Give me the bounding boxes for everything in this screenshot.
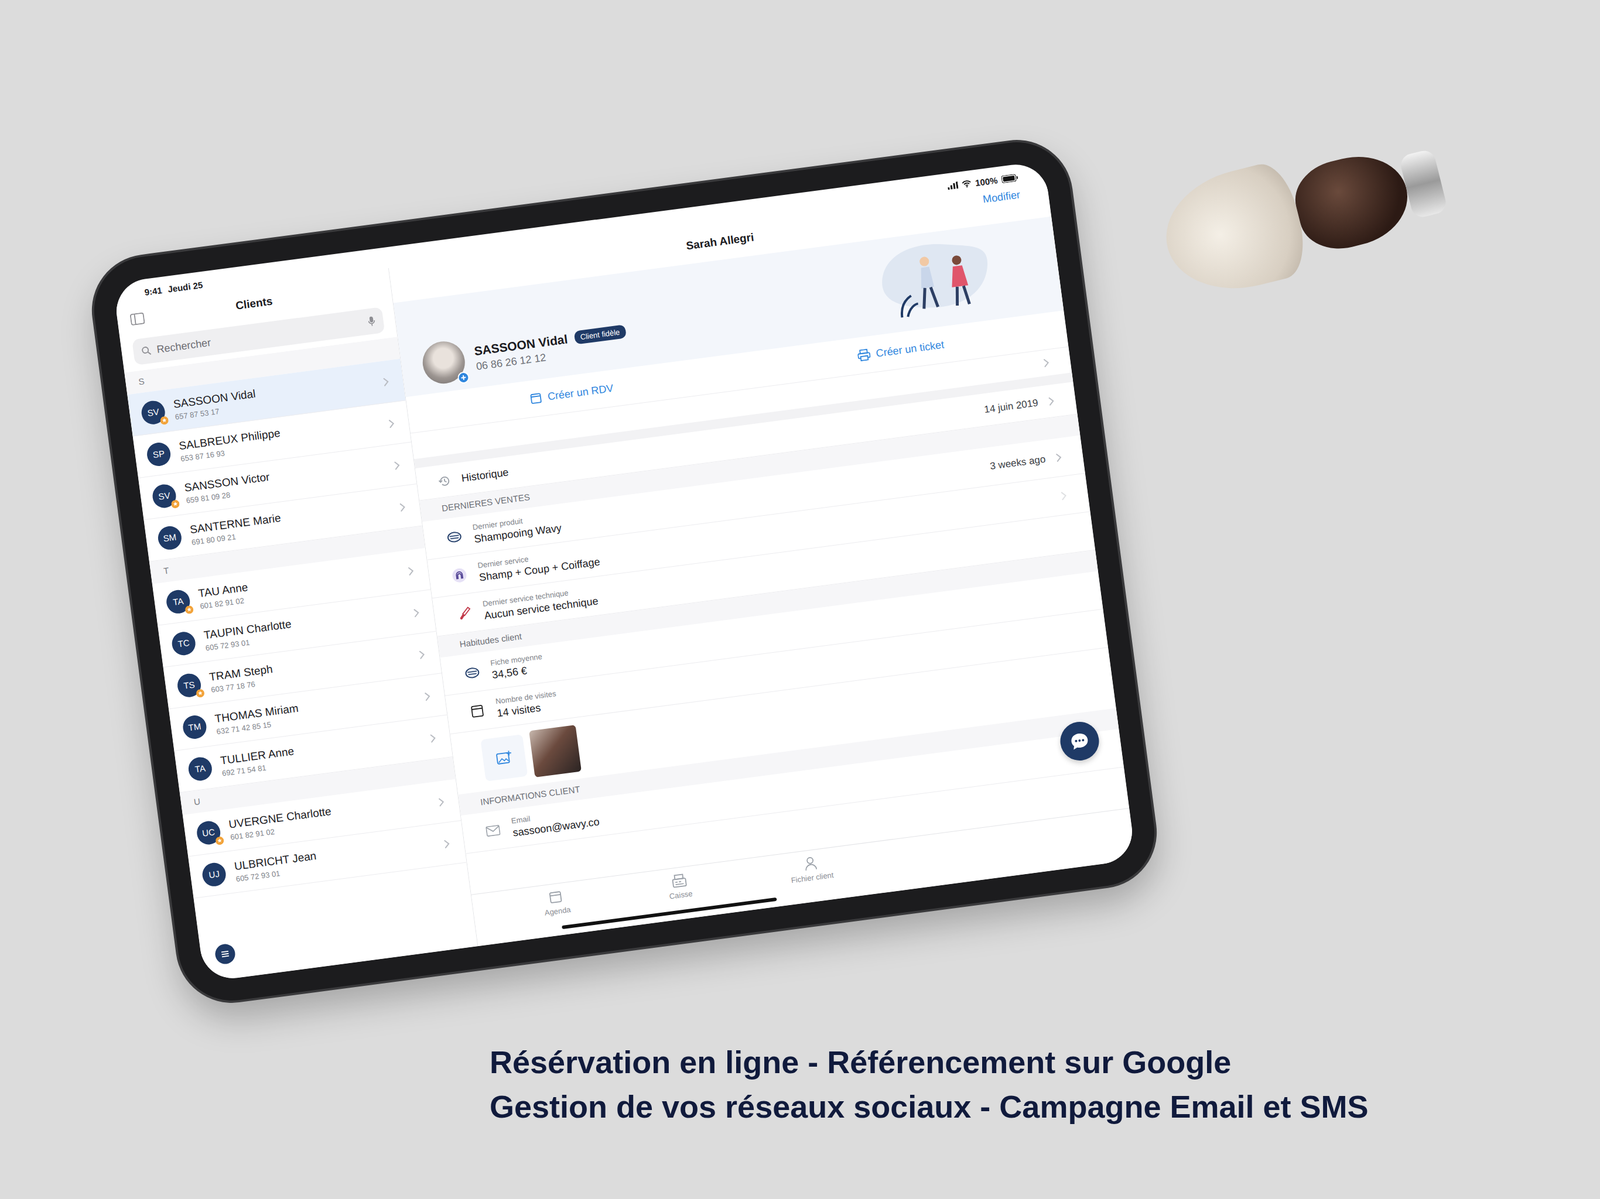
client-avatar: TM (181, 713, 208, 741)
product-icon (444, 528, 464, 546)
shaving-brush-photo (1151, 111, 1479, 310)
cash-register-icon (670, 873, 688, 890)
caption: Résérvation en ligne - Référencement sur… (0, 1019, 1600, 1130)
sale-meta: 3 weeks ago (989, 453, 1046, 473)
client-name: ULBRICHT Jean (233, 833, 436, 874)
search-icon (141, 345, 152, 357)
chevron-icon (1055, 452, 1063, 463)
signal-icon (946, 181, 959, 190)
client-avatar: SV (151, 482, 178, 509)
chevron-icon (412, 607, 420, 618)
chevron-icon (1043, 357, 1051, 368)
status-time: 9:41 (144, 285, 163, 298)
wifi-icon (961, 179, 972, 188)
caption-line: Résérvation en ligne - Référencement sur… (489, 1040, 1600, 1086)
calendar-icon (529, 391, 543, 405)
chevron-icon (398, 501, 406, 512)
client-avatar: TC (170, 630, 197, 657)
chevron-icon (382, 376, 390, 387)
chevron-icon (407, 565, 415, 576)
sidebar-toggle-icon[interactable] (129, 312, 145, 326)
technical-icon (454, 604, 474, 623)
star-icon (184, 604, 194, 615)
chevron-icon (1060, 490, 1068, 501)
add-image-icon (494, 750, 514, 767)
client-avatar: SV (139, 399, 167, 426)
star-icon (214, 836, 225, 846)
client-avatar: UC (195, 819, 222, 847)
client-avatar: UJ (200, 861, 228, 888)
history-icon (437, 473, 453, 489)
agenda-icon (548, 889, 564, 906)
loyalty-badge: Client fidèle (573, 324, 627, 345)
chevron-icon (429, 733, 437, 744)
action-button[interactable]: Créer un RDV (529, 381, 615, 405)
action-button[interactable]: Créer un ticket (856, 338, 946, 362)
client-avatar: TS (176, 672, 203, 699)
visits-icon (467, 702, 488, 720)
person-icon (802, 855, 818, 872)
tablet: 9:41 Jeudi 25 100% Clients Rechercher S … (87, 135, 1162, 1008)
service-icon (449, 566, 470, 584)
star-icon (159, 415, 170, 426)
client-name: TAUPIN Charlotte (203, 602, 405, 642)
printer-icon (856, 348, 871, 362)
tab-item[interactable]: Caisse (666, 872, 693, 902)
client-avatar: SM (156, 524, 183, 552)
menu-button[interactable] (213, 942, 237, 966)
chat-icon (1068, 730, 1092, 752)
caption-line: Gestion de vos réseaux sociaux - Campagn… (489, 1085, 1600, 1130)
client-name: TULLIER Anne (219, 727, 422, 768)
client-avatar: TA (165, 588, 192, 615)
client-name: TRAM Steph (208, 644, 410, 685)
chevron-icon (418, 649, 426, 660)
client-avatar: TA (186, 755, 214, 782)
star-icon (171, 499, 181, 509)
chevron-icon (443, 838, 451, 849)
screen: 9:41 Jeudi 25 100% Clients Rechercher S … (112, 160, 1136, 983)
people-illustration-icon (866, 229, 999, 327)
microphone-icon[interactable] (367, 315, 376, 327)
client-name: THOMAS Miriam (213, 686, 416, 726)
section-header: DERNIERES VENTES (419, 414, 1080, 523)
status-date: Jeudi 25 (166, 279, 204, 294)
history-date: 14 juin 2019 (983, 397, 1039, 416)
add-photo-badge-icon[interactable] (456, 371, 470, 385)
chevron-icon (393, 460, 401, 471)
habit-value: 14 visites (496, 630, 1086, 720)
battery-icon (1000, 173, 1018, 184)
menu-icon (220, 950, 230, 959)
client-photo[interactable] (419, 339, 468, 387)
client-name: SANTERNE Marie (189, 497, 391, 537)
star-icon (195, 688, 205, 699)
chevron-icon (1047, 395, 1055, 406)
page: 9:41 Jeudi 25 100% Clients Rechercher S … (0, 0, 1600, 1199)
ticket-icon (462, 664, 482, 682)
tab-item[interactable]: Agenda (541, 888, 572, 918)
client-detail: Sarah Allegri Modifier SASSOON Vidal Cli… (388, 181, 1137, 947)
nav-title: Sarah Allegri (685, 230, 755, 253)
client-photo-thumbnail[interactable] (528, 725, 582, 778)
battery-level: 100% (974, 175, 998, 188)
client-avatar: SP (145, 440, 173, 468)
chevron-icon (424, 691, 432, 702)
edit-button[interactable]: Modifier (982, 188, 1021, 206)
tab-item[interactable]: Fichier client (788, 853, 834, 885)
mail-icon (483, 824, 503, 838)
chevron-icon (438, 797, 446, 808)
add-photo-button[interactable] (480, 734, 528, 782)
chevron-icon (388, 418, 396, 429)
client-name: SANSSON Victor (183, 455, 386, 495)
